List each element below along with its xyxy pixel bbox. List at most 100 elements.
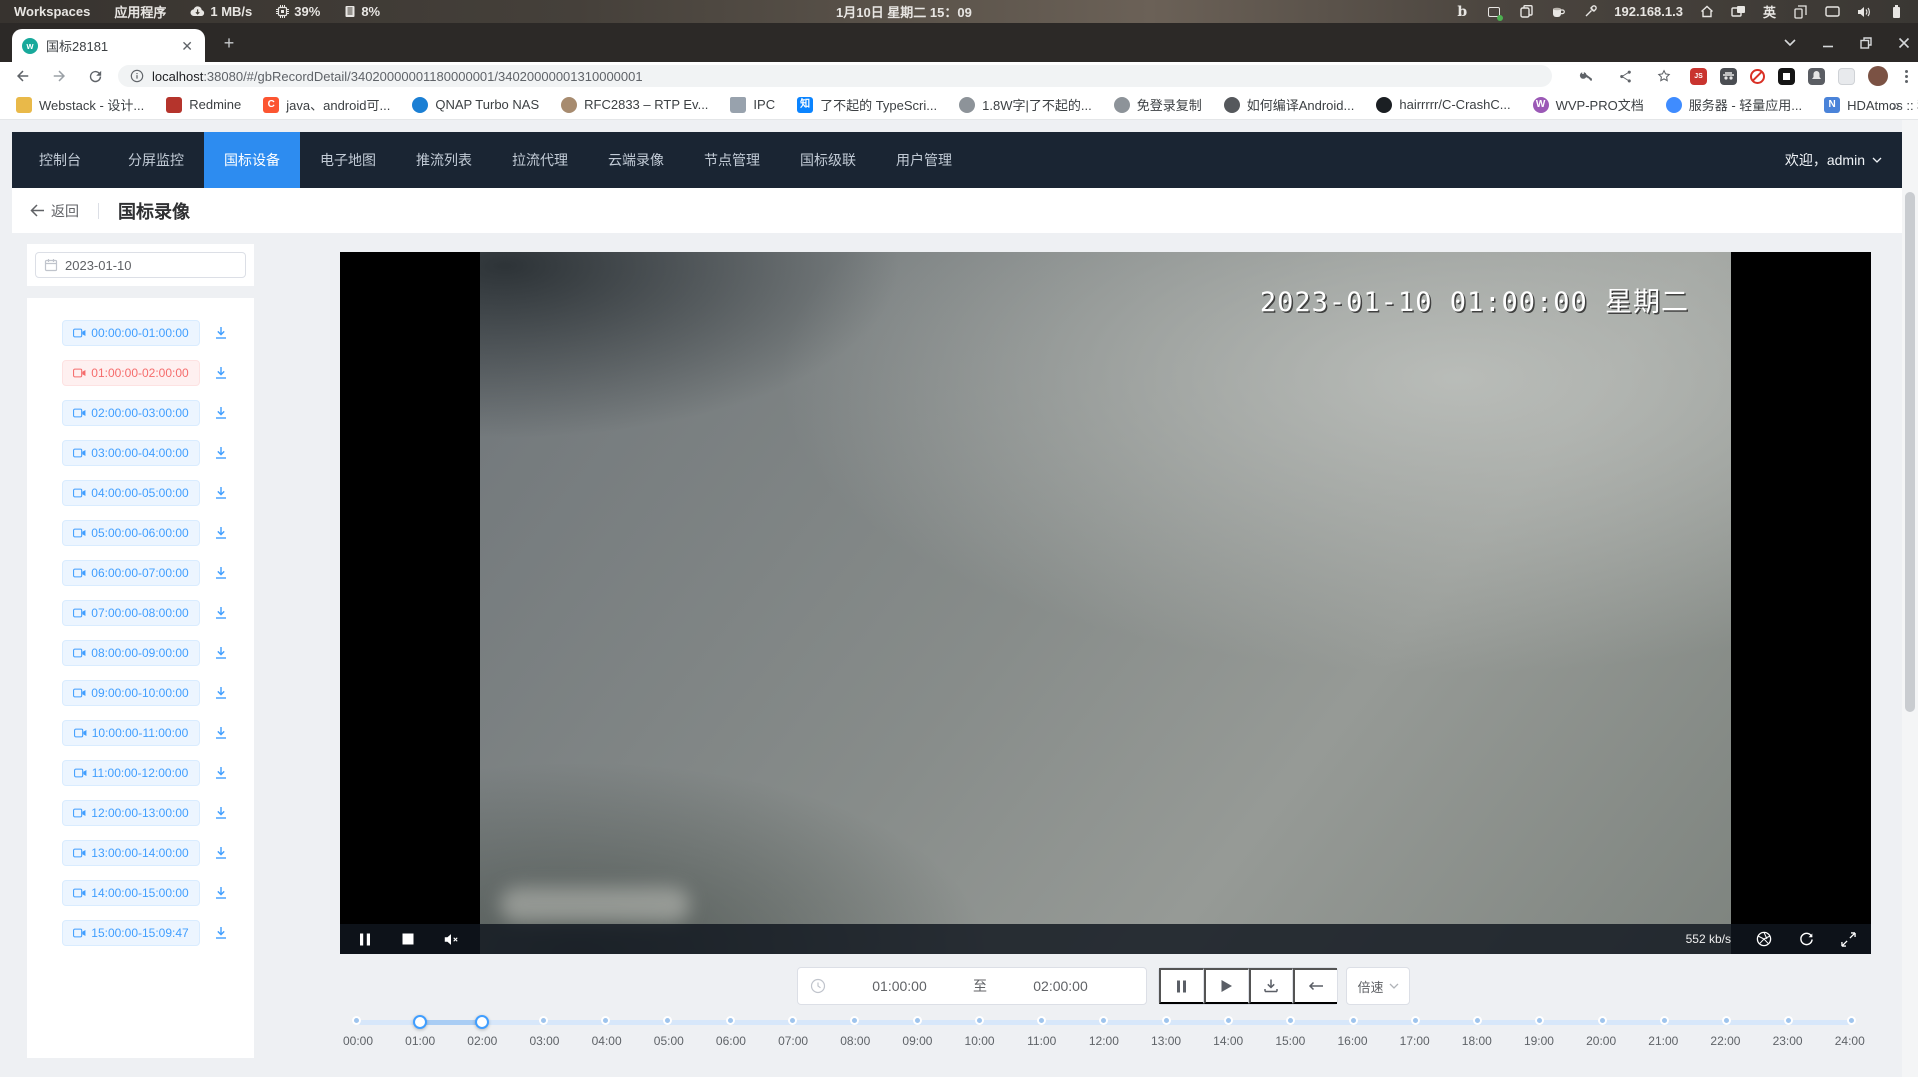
record-download-button[interactable] [213,804,231,822]
timeline-track[interactable] [358,1020,1850,1025]
bookmark-item[interactable]: Redmine [166,97,241,113]
tray-caffeine-cup-icon[interactable] [1550,4,1566,20]
window-close-button[interactable] [1898,37,1910,49]
browser-menu-icon[interactable] [1901,70,1912,83]
extension-blocker-icon[interactable] [1750,69,1765,84]
bookmark-item[interactable]: 免登录复制 [1114,95,1202,114]
record-download-button[interactable] [213,444,231,462]
record-time-chip[interactable]: 15:00:00-15:09:47 [62,920,200,946]
record-download-button[interactable] [213,924,231,942]
record-time-chip[interactable]: 03:00:00-04:00:00 [62,440,200,466]
pause-button[interactable] [1159,968,1204,1004]
record-download-button[interactable] [213,324,231,342]
user-menu[interactable]: 欢迎，admin [1785,132,1882,188]
record-time-chip[interactable]: 00:00:00-01:00:00 [62,320,200,346]
bookmark-item[interactable]: W WVP-PRO文档 [1533,95,1644,114]
record-time-chip[interactable]: 05:00:00-06:00:00 [62,520,200,546]
extension-light-icon[interactable] [1838,68,1855,85]
record-time-chip[interactable]: 11:00:00-12:00:00 [62,760,200,786]
time-range-picker[interactable]: 01:00:00 至 02:00:00 [797,967,1147,1005]
range-start-time[interactable]: 01:00:00 [826,978,973,994]
video-player[interactable]: 2023-01-10 01:00:00 星期二 552 kb/s [340,252,1871,954]
record-download-button[interactable] [213,404,231,422]
nav-tab[interactable]: 拉流代理 [492,132,588,188]
fullscreen-icon[interactable] [1839,930,1857,948]
back-link[interactable]: 返回 [30,201,79,221]
record-download-button[interactable] [213,764,231,782]
battery-icon[interactable] [1888,4,1904,20]
nav-tab[interactable]: 电子地图 [300,132,396,188]
share-icon[interactable] [1612,63,1638,89]
display-icon[interactable] [1824,4,1840,20]
bookmark-item[interactable]: C java、android可... [263,95,390,114]
nav-tab[interactable]: 推流列表 [396,132,492,188]
tray-color-picker-icon[interactable] [1582,4,1598,20]
nav-tab[interactable]: 国标级联 [780,132,876,188]
input-method-indicator[interactable]: 英 [1763,2,1776,21]
window-minimize-button[interactable] [1822,37,1834,49]
stop-icon[interactable] [399,930,417,948]
bookmark-item[interactable]: Webstack - 设计... [16,95,144,114]
volume-icon[interactable] [1856,4,1872,20]
record-download-button[interactable] [213,524,231,542]
timeline-handle[interactable] [413,1015,427,1029]
password-key-icon[interactable] [1573,63,1599,89]
home-icon[interactable] [1699,4,1715,20]
scrollbar-thumb[interactable] [1905,192,1915,712]
workspaces-menu[interactable]: Workspaces [14,4,90,19]
record-download-button[interactable] [213,564,231,582]
timeline-handle[interactable] [475,1015,489,1029]
playback-speed-dropdown[interactable]: 倍速 [1346,967,1410,1005]
bookmark-star-icon[interactable] [1651,63,1677,89]
bookmark-item[interactable]: 知 了不起的 TypeScri... [797,95,937,114]
address-bar[interactable]: localhost:38080/#/gbRecordDetail/3402000… [118,65,1552,87]
forward-button[interactable] [46,63,72,89]
nav-tab[interactable]: 国标设备 [204,132,300,188]
play-button[interactable] [1204,968,1249,1004]
new-tab-button[interactable]: + [217,31,241,55]
back-button[interactable] [10,63,36,89]
nav-tab[interactable]: 分屏监控 [108,132,204,188]
window-restore-button[interactable] [1860,37,1872,49]
profile-avatar[interactable] [1868,66,1888,86]
record-download-button[interactable] [213,364,231,382]
extension-js-icon[interactable]: JS [1690,68,1707,85]
record-time-chip[interactable]: 12:00:00-13:00:00 [62,800,200,826]
record-time-chip[interactable]: 13:00:00-14:00:00 [62,840,200,866]
video-frame[interactable] [480,252,1731,954]
nav-tab[interactable]: 控制台 [12,132,108,188]
snapshot-icon[interactable] [1755,930,1773,948]
record-time-chip[interactable]: 09:00:00-10:00:00 [62,680,200,706]
bookmark-item[interactable]: N HDAtmos :: 种子 *... [1824,95,1918,114]
record-time-chip[interactable]: 06:00:00-07:00:00 [62,560,200,586]
download-button[interactable] [1249,968,1294,1004]
page-scrollbar[interactable] [1902,120,1918,1077]
record-time-chip[interactable]: 07:00:00-08:00:00 [62,600,200,626]
refresh-icon[interactable] [1797,930,1815,948]
applications-menu[interactable]: 应用程序 [114,2,166,21]
seek-back-button[interactable] [1293,968,1337,1004]
pause-icon[interactable] [356,930,374,948]
site-info-icon[interactable] [130,69,144,83]
clock[interactable]: 1月10日 星期二 15：09 [836,0,972,23]
tab-search-chevron-icon[interactable] [1784,39,1796,46]
bookmark-item[interactable]: 1.8W字|了不起的... [959,95,1092,114]
record-download-button[interactable] [213,484,231,502]
tray-app-b-icon[interactable]: b [1454,4,1470,20]
bookmark-item[interactable]: RFC2833 – RTP Ev... [561,97,708,113]
extension-incognito-icon[interactable] [1720,68,1737,85]
bookmark-item[interactable]: IPC [730,97,775,113]
record-time-chip[interactable]: 10:00:00-11:00:00 [62,720,200,746]
record-time-chip[interactable]: 08:00:00-09:00:00 [62,640,200,666]
record-download-button[interactable] [213,684,231,702]
nav-tab[interactable]: 用户管理 [876,132,972,188]
mute-icon[interactable] [442,930,460,948]
nav-tab[interactable]: 节点管理 [684,132,780,188]
workspace-switcher-icon[interactable] [1731,4,1747,20]
record-download-button[interactable] [213,844,231,862]
range-end-time[interactable]: 02:00:00 [987,978,1134,994]
extension-dark-icon[interactable] [1808,68,1825,85]
record-time-chip[interactable]: 02:00:00-03:00:00 [62,400,200,426]
record-download-button[interactable] [213,604,231,622]
ip-address-indicator[interactable]: 192.168.1.3 [1614,4,1683,19]
